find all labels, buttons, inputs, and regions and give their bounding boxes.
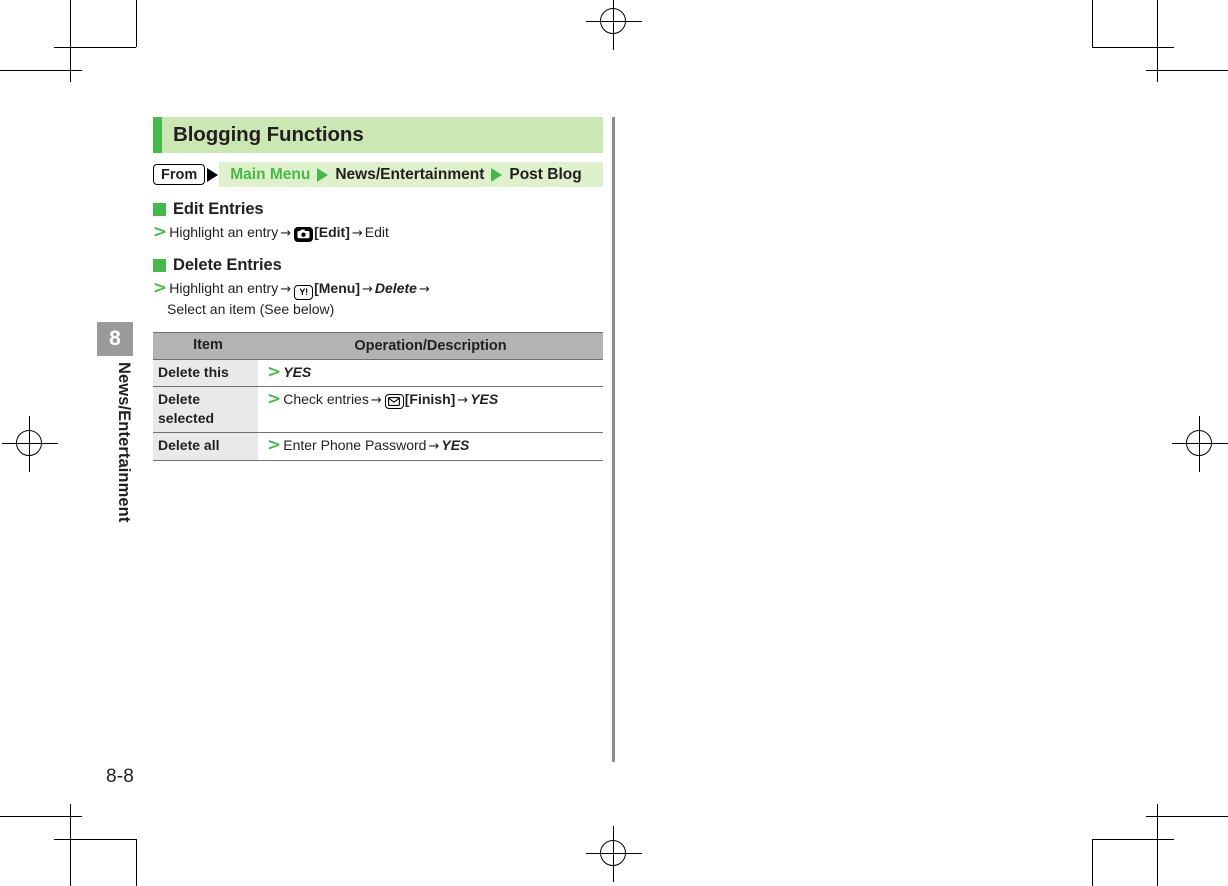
operation-text: Check entries → [Finish] → YES [283, 390, 498, 410]
registration-mark-bottom [586, 826, 642, 882]
table-header-operation: Operation/Description [258, 332, 603, 360]
value-yes: YES [470, 391, 499, 407]
table-cell-operation: > Enter Phone Password → YES [258, 432, 603, 461]
triangle-green-icon [317, 167, 329, 182]
green-bullet-icon: > [153, 278, 168, 298]
table-cell-item: Delete selected [153, 386, 258, 433]
breadcrumb-item-main-menu[interactable]: Main Menu [230, 166, 310, 184]
arrow-icon: → [280, 226, 292, 241]
page-title: Blogging Functions [173, 123, 364, 146]
step-text-check-entries: Check entries [283, 391, 369, 407]
step-text-highlight-entry: Highlight an entry [169, 224, 279, 240]
operation-table: Item Operation/Description Delete this >… [153, 332, 603, 461]
yahoo-key-icon: Y! [294, 285, 314, 300]
green-square-bullet-icon [153, 203, 166, 216]
green-bullet-icon: > [153, 222, 168, 242]
chapter-number-tab: 8 [97, 322, 133, 356]
arrow-icon: → [418, 282, 430, 297]
step-text-edit: Edit [364, 224, 389, 240]
arrow-icon: → [370, 393, 382, 408]
key-label-finish: [Finish] [404, 391, 456, 407]
green-bullet-icon: > [267, 435, 282, 455]
operation-text: YES [283, 363, 311, 382]
breadcrumb: From Main Menu News/Entertainment Post B… [153, 162, 603, 187]
triangle-green-icon [491, 167, 503, 182]
section-banner: Blogging Functions [153, 117, 603, 153]
camera-key-icon [294, 226, 314, 242]
operation-step-text: Highlight an entry → [Edit] → Edit [169, 223, 603, 243]
table-header-row: Item Operation/Description [153, 332, 603, 360]
green-bullet-icon: > [267, 389, 282, 409]
value-yes: YES [283, 364, 312, 380]
arrow-icon: → [280, 282, 292, 297]
subsection-title: Edit Entries [173, 200, 264, 218]
subsection-heading-delete-entries: Delete Entries [153, 256, 603, 275]
table-header-item: Item [153, 332, 258, 360]
registration-mark-right [1172, 416, 1228, 472]
table-cell-item: Delete all [153, 432, 258, 461]
green-square-bullet-icon [153, 259, 166, 272]
table-row: Delete all > Enter Phone Password → YES [153, 432, 603, 461]
value-yes: YES [441, 437, 470, 453]
step-text-highlight-entry: Highlight an entry [169, 280, 279, 296]
table-cell-item: Delete this [153, 359, 258, 387]
table-cell-operation: > YES [258, 359, 603, 387]
arrow-icon: → [428, 439, 440, 454]
subsection-heading-edit-entries: Edit Entries [153, 200, 603, 219]
table-row: Delete selected > Check entries → [Finish]… [153, 386, 603, 433]
operation-step-text: Highlight an entry → Y! [Menu] → Delete → [169, 279, 603, 300]
table-cell-operation: > Check entries → [Finish] → YES [258, 386, 603, 433]
green-bullet-icon: > [267, 362, 282, 382]
mail-key-icon [384, 394, 404, 409]
key-label-edit: [Edit] [314, 224, 350, 240]
content-divider-rule [612, 117, 615, 762]
arrow-icon: → [362, 282, 373, 297]
triangle-black-icon [207, 167, 219, 182]
operation-text: Enter Phone Password → YES [283, 436, 469, 456]
table-row: Delete this > YES [153, 359, 603, 387]
breadcrumb-item-news-entertainment[interactable]: News/Entertainment [335, 166, 484, 184]
step-text-delete: Delete [374, 280, 417, 296]
registration-mark-top [586, 0, 642, 50]
key-label-menu: [Menu] [314, 280, 360, 296]
step-text-enter-password: Enter Phone Password [283, 437, 427, 453]
breadcrumb-crumbs: Main Menu News/Entertainment Post Blog [230, 166, 581, 184]
arrow-icon: → [351, 226, 363, 241]
subsection-title: Delete Entries [173, 256, 282, 274]
operation-step-continuation: Select an item (See below) [167, 301, 335, 317]
section-accent-bar [153, 117, 162, 153]
operation-step-delete: > Highlight an entry → Y! [Menu] → Delete → [153, 279, 603, 300]
breadcrumb-item-post-blog[interactable]: Post Blog [509, 166, 581, 184]
page-content: Blogging Functions From Main Menu News/E… [153, 117, 603, 461]
operation-step-edit: > Highlight an entry → [Edit] → Edit [153, 223, 603, 243]
breadcrumb-from-chip: From [153, 164, 206, 185]
chapter-name-label: News/Entertainment [115, 362, 133, 523]
arrow-icon: → [457, 393, 469, 408]
yahoo-key-glyph: Y! [299, 287, 308, 297]
page-number: 8-8 [106, 766, 135, 787]
registration-mark-left [2, 416, 58, 472]
